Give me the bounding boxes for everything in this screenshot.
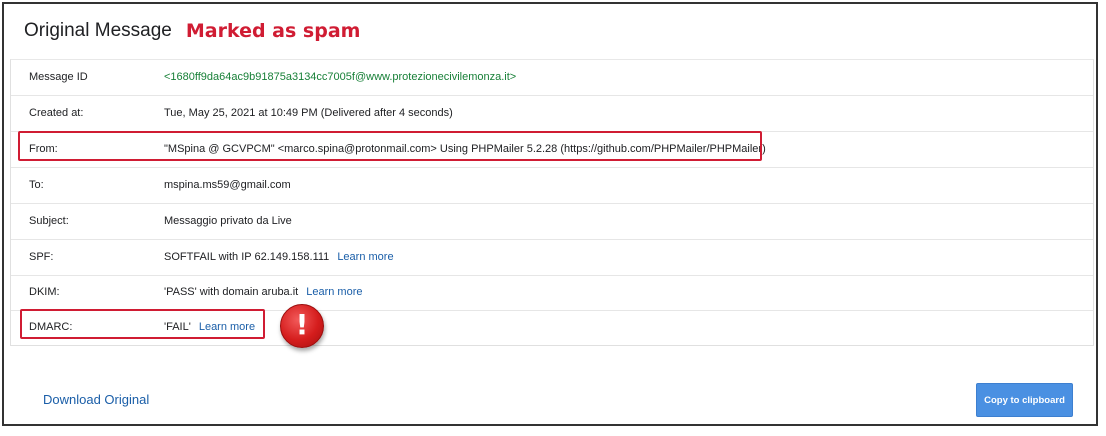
- subject-value: Messaggio privato da Live: [164, 215, 292, 227]
- created-at-value: Tue, May 25, 2021 at 10:49 PM (Delivered…: [164, 107, 453, 119]
- spf-learn-more-link[interactable]: Learn more: [337, 251, 393, 263]
- row-dkim: DKIM: 'PASS' with domain aruba.it Learn m…: [11, 276, 1093, 311]
- row-label: Subject:: [29, 215, 69, 227]
- alert-glyph: !: [295, 308, 309, 341]
- spam-label: Marked as spam: [185, 20, 361, 42]
- row-to: To: mspina.ms59@gmail.com: [11, 168, 1093, 204]
- row-label: Created at:: [29, 107, 84, 119]
- header: Original Message Marked as spam: [24, 16, 360, 46]
- message-id-value[interactable]: <1680ff9da64ac9b91875a3134cc7005f@www.pr…: [164, 71, 516, 83]
- spf-value: SOFTFAIL with IP 62.149.158.111: [164, 251, 330, 263]
- row-created-at: Created at: Tue, May 25, 2021 at 10:49 P…: [11, 96, 1093, 132]
- dmarc-row-highlight: [20, 309, 265, 339]
- row-subject: Subject: Messaggio privato da Live: [11, 204, 1093, 240]
- row-label: To:: [29, 179, 44, 191]
- dkim-value: 'PASS' with domain aruba.it: [164, 286, 299, 298]
- original-message-panel: Original Message Marked as spam Message …: [2, 2, 1098, 426]
- to-value: mspina.ms59@gmail.com: [164, 179, 291, 191]
- row-label: Message ID: [29, 71, 88, 83]
- from-row-highlight: [18, 131, 762, 161]
- row-message-id: Message ID <1680ff9da64ac9b91875a3134cc7…: [11, 60, 1093, 96]
- row-label: SPF:: [29, 251, 54, 263]
- message-details-table: Message ID <1680ff9da64ac9b91875a3134cc7…: [10, 59, 1094, 346]
- download-original-link[interactable]: Download Original: [43, 392, 149, 407]
- row-label: DKIM:: [29, 286, 60, 298]
- copy-to-clipboard-button[interactable]: Copy to clipboard: [976, 383, 1073, 417]
- spf-value-group: SOFTFAIL with IP 62.149.158.111 Learn mor…: [164, 251, 394, 263]
- exclamation-icon: !: [280, 304, 324, 348]
- dkim-learn-more-link[interactable]: Learn more: [306, 286, 362, 298]
- row-spf: SPF: SOFTFAIL with IP 62.149.158.111 Lear…: [11, 240, 1093, 276]
- page-title: Original Message: [24, 20, 172, 41]
- dkim-value-group: 'PASS' with domain aruba.it Learn more: [164, 286, 363, 298]
